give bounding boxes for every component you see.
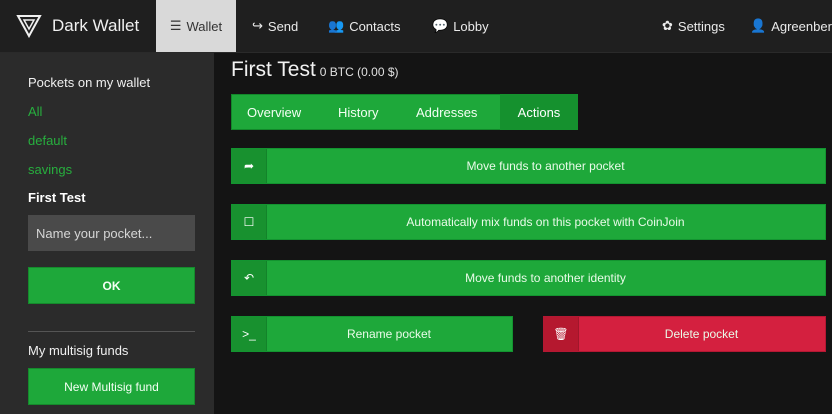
gear-icon: ✿ (662, 18, 673, 33)
nav-user[interactable]: 👤 Agreenberg (750, 0, 832, 52)
coinjoin-mix-label: Automatically mix funds on this pocket w… (406, 215, 685, 229)
page-title: First Test 0 BTC (0.00 $) (231, 58, 399, 82)
nav-wallet[interactable]: ☰ Wallet (156, 0, 236, 52)
tab-actions[interactable]: Actions (500, 94, 578, 130)
pocket-link-all[interactable]: All (28, 104, 42, 119)
tab-overview[interactable]: Overview (247, 95, 301, 129)
pocket-tabs: Overview History Addresses Actions (231, 94, 578, 130)
nav-wallet-label: Wallet (186, 18, 223, 34)
multisig-heading: My multisig funds (28, 343, 129, 358)
pocket-title: First Test (231, 58, 316, 81)
active-pocket-label: First Test (28, 190, 86, 205)
brand[interactable]: Dark Wallet (0, 0, 156, 52)
delete-pocket-button[interactable]: 🗑 Delete pocket (543, 316, 826, 352)
brand-name: Dark Wallet (52, 16, 140, 35)
top-navbar: Dark Wallet ☰ Wallet ↪ Send 👥 Contacts 💬… (0, 0, 832, 53)
list-icon: ☰ (169, 18, 182, 33)
tab-addresses[interactable]: Addresses (416, 95, 477, 129)
rename-pocket-label: Rename pocket (346, 327, 432, 341)
nav-contacts[interactable]: 👥 Contacts (328, 0, 401, 52)
checkbox-icon: ☐ (232, 205, 267, 239)
move-to-identity-button[interactable]: ↶ Move funds to another identity (231, 260, 826, 296)
nav-lobby[interactable]: 💬 Lobby (432, 0, 489, 52)
ok-button[interactable]: OK (28, 267, 195, 304)
pocket-name-input[interactable] (28, 215, 195, 251)
chat-icon: 💬 (432, 18, 449, 33)
dark-wallet-logo-icon (16, 15, 42, 38)
nav-lobby-label: Lobby (453, 18, 489, 34)
sidebar: Pockets on my wallet All default savings… (0, 53, 214, 414)
tab-history[interactable]: History (338, 95, 378, 129)
pocket-link-savings[interactable]: savings (28, 162, 72, 177)
sidebar-divider (28, 331, 195, 332)
nav-user-label: Agreenberg (771, 18, 832, 34)
pockets-heading: Pockets on my wallet (28, 75, 151, 90)
nav-contacts-label: Contacts (349, 18, 401, 34)
reply-icon: ↶ (232, 261, 267, 295)
share-arrow-icon: ↪ (252, 18, 263, 33)
nav-settings-label: Settings (677, 18, 725, 34)
delete-pocket-label: Delete pocket (664, 327, 739, 341)
move-to-pocket-label: Move funds to another pocket (466, 159, 625, 173)
user-icon: 👤 (750, 18, 767, 33)
users-icon: 👥 (328, 18, 345, 33)
share-arrow-icon: ➦ (232, 149, 267, 183)
new-multisig-button[interactable]: New Multisig fund (28, 368, 195, 405)
terminal-icon: >_ (232, 317, 267, 351)
pocket-link-default[interactable]: default (28, 133, 67, 148)
nav-settings[interactable]: ✿ Settings (662, 0, 725, 52)
move-to-pocket-button[interactable]: ➦ Move funds to another pocket (231, 148, 826, 184)
coinjoin-mix-button[interactable]: ☐ Automatically mix funds on this pocket… (231, 204, 826, 240)
rename-pocket-button[interactable]: >_ Rename pocket (231, 316, 513, 352)
trash-icon: 🗑 (544, 317, 579, 351)
nav-send[interactable]: ↪ Send (252, 0, 298, 52)
move-to-identity-label: Move funds to another identity (465, 271, 626, 285)
pocket-balance: 0 BTC (0.00 $) (319, 65, 399, 79)
nav-send-label: Send (267, 18, 299, 34)
